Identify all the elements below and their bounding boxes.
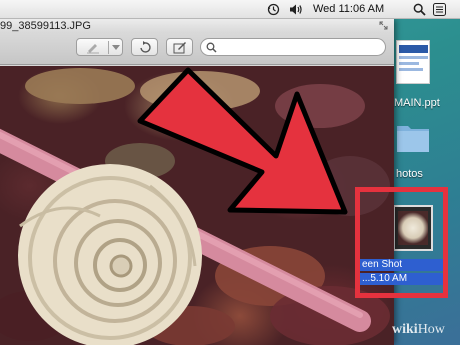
markup-button[interactable]: [76, 38, 123, 56]
thumbnail-band: [399, 56, 428, 59]
potpourri-photo: [0, 68, 390, 345]
highlight-box: [355, 187, 448, 298]
thumbnail-band: [399, 68, 423, 71]
search-input[interactable]: [219, 40, 379, 54]
notification-list-icon[interactable]: [433, 0, 447, 19]
time-machine-icon[interactable]: [267, 0, 281, 19]
window-title: 99_38599113.JPG: [0, 20, 91, 32]
rotate-button[interactable]: [131, 38, 158, 56]
volume-icon[interactable]: [289, 0, 303, 19]
fullscreen-icon[interactable]: [379, 21, 388, 30]
watermark-wiki: wiki: [392, 322, 418, 337]
screen: Wed 11:06 AM 99_38599113.JPG MAIN.ppt ho…: [0, 0, 460, 345]
menu-bar-clock[interactable]: Wed 11:06 AM: [313, 0, 384, 19]
window-titlebar[interactable]: 99_38599113.JPG: [0, 19, 394, 33]
edit-toolbar-button[interactable]: [166, 38, 193, 56]
desktop-item-label[interactable]: hotos: [396, 168, 423, 180]
dropdown-icon[interactable]: [112, 45, 120, 51]
window-toolbar: [0, 33, 394, 65]
spotlight-search-icon[interactable]: [413, 0, 427, 19]
folder-icon[interactable]: [396, 118, 430, 156]
powerpoint-file-icon[interactable]: [396, 40, 430, 84]
thumbnail-band: [399, 62, 419, 65]
photo-image: [0, 66, 394, 345]
watermark-how: How: [417, 322, 445, 337]
rotate-icon: [140, 41, 151, 53]
menu-bar: Wed 11:06 AM: [0, 0, 460, 19]
wikihow-watermark: wikiHow: [392, 322, 445, 338]
markup-icon: [87, 44, 99, 54]
search-icon: [206, 42, 217, 53]
edit-icon: [173, 42, 186, 54]
preview-window: 99_38599113.JPG: [0, 19, 394, 345]
search-field[interactable]: [200, 38, 386, 56]
thumbnail-band: [399, 45, 428, 53]
button-divider: [108, 41, 109, 54]
desktop-item-label[interactable]: MAIN.ppt: [394, 97, 440, 109]
